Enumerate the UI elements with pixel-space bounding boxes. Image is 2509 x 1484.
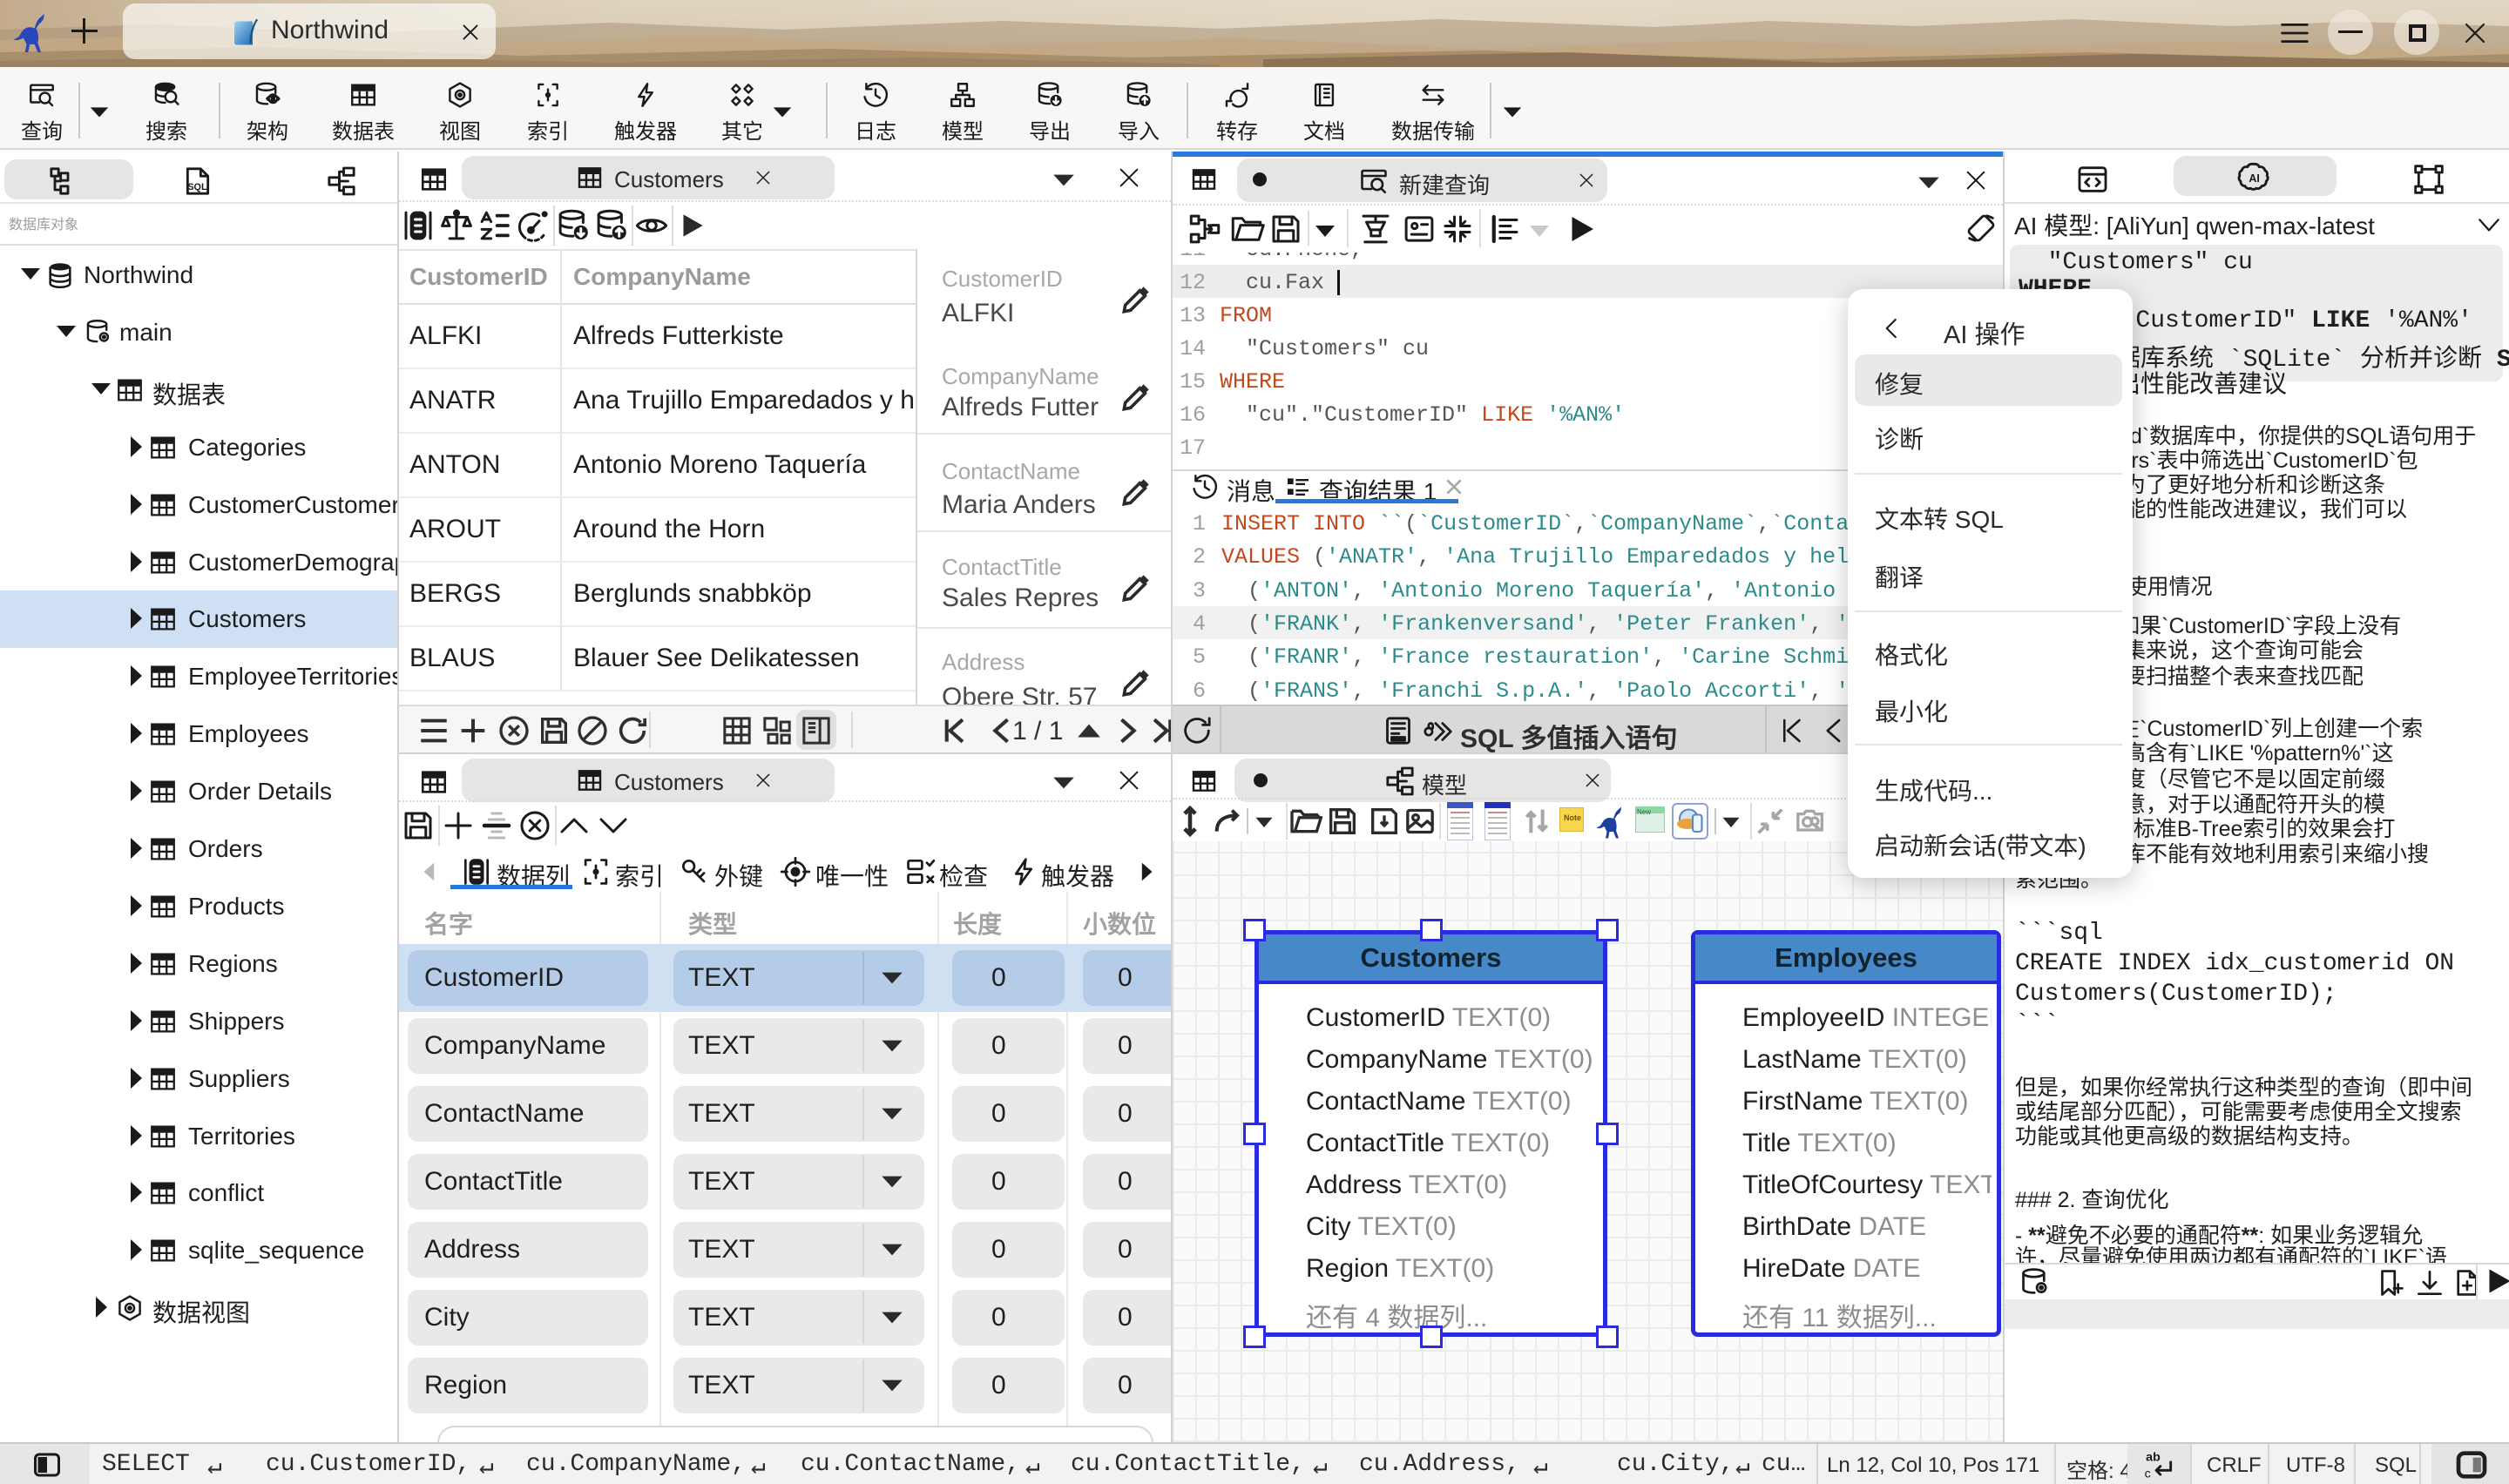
svg-text:SQL: SQL (187, 182, 207, 192)
svg-text:c: c (2145, 1467, 2151, 1481)
svg-text:AI: AI (2249, 172, 2260, 185)
svg-text:ab: ab (2146, 1450, 2161, 1464)
